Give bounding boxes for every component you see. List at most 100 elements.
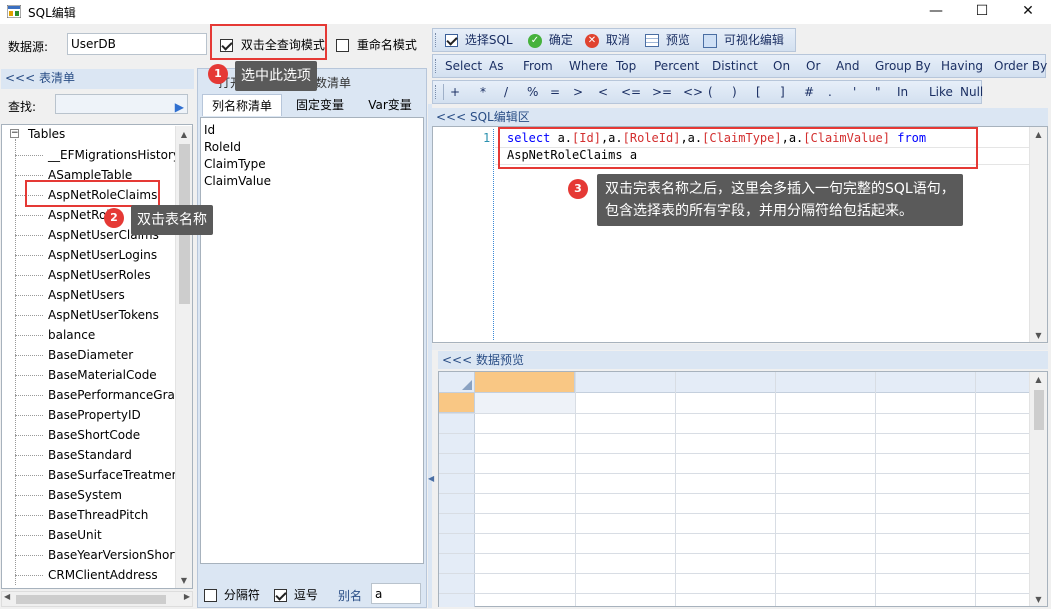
operator-button[interactable]: Null: [960, 81, 983, 103]
tree-item-table[interactable]: BaseDiameter: [48, 347, 133, 363]
tree-item-table[interactable]: __EFMigrationsHistory: [48, 147, 180, 163]
tree-item-table[interactable]: BaseSystem: [48, 487, 122, 503]
operator-button[interactable]: .: [828, 81, 832, 103]
column-name-item[interactable]: ClaimValue: [204, 173, 271, 189]
scroll-right-icon[interactable]: ▶: [184, 592, 190, 601]
keyword-button[interactable]: Or: [806, 55, 820, 77]
splitter-arrow-icon[interactable]: ◀: [428, 474, 434, 483]
tree-item-table[interactable]: AspNetUserTokens: [48, 307, 159, 323]
column-name-item[interactable]: Id: [204, 122, 215, 138]
horizontal-splitter[interactable]: [432, 344, 1048, 350]
keyword-button[interactable]: Having: [941, 55, 983, 77]
keyword-button[interactable]: Group By: [875, 55, 931, 77]
tree-item-table[interactable]: AspNetUserLogins: [48, 247, 157, 263]
operator-button[interactable]: %: [527, 81, 538, 103]
separator-checkbox[interactable]: [204, 589, 217, 602]
maximize-button[interactable]: ☐: [959, 0, 1005, 24]
tree-item-table[interactable]: BasePerformanceGrade: [48, 387, 190, 403]
alias-input[interactable]: a: [371, 583, 421, 604]
grid-column-header-selected[interactable]: [475, 372, 575, 393]
tree-item-table[interactable]: BaseSurfaceTreatment: [48, 467, 184, 483]
operator-button[interactable]: =: [550, 81, 560, 103]
column-name-item[interactable]: ClaimType: [204, 156, 266, 172]
tab-var-variables[interactable]: Var变量: [358, 94, 422, 116]
operator-button[interactable]: [: [756, 81, 761, 103]
tree-hscrollbar[interactable]: ◀ ▶: [1, 591, 193, 607]
keyword-button[interactable]: Top: [616, 55, 636, 77]
tab-column-names[interactable]: 列名称清单: [202, 94, 282, 116]
tree-item-table[interactable]: BaseShortCode: [48, 427, 140, 443]
preview-button[interactable]: 预览: [645, 29, 690, 51]
collapse-icon[interactable]: −: [10, 129, 19, 138]
tree-item-table[interactable]: AspNetUsers: [48, 287, 125, 303]
search-input[interactable]: ▶: [55, 94, 188, 114]
hscroll-thumb[interactable]: [16, 595, 166, 604]
tree-scrollbar[interactable]: ▲ ▼: [175, 126, 192, 588]
keyword-button[interactable]: Select: [445, 55, 482, 77]
select-sql-button[interactable]: 选择SQL: [445, 29, 513, 51]
separator-option[interactable]: 分隔符: [204, 586, 260, 603]
editor-scroll-up-icon[interactable]: ▲: [1030, 130, 1047, 139]
grid-row-header-selected[interactable]: [439, 393, 475, 413]
minimize-button[interactable]: —: [913, 0, 959, 24]
editor-scrollbar[interactable]: ▲ ▼: [1029, 127, 1047, 342]
keyword-button[interactable]: Where: [569, 55, 608, 77]
operator-button[interactable]: In: [897, 81, 908, 103]
keyword-button[interactable]: From: [523, 55, 553, 77]
operator-button[interactable]: ': [853, 81, 856, 103]
keyword-button[interactable]: Percent: [654, 55, 699, 77]
operator-button[interactable]: ": [875, 81, 881, 103]
operator-button[interactable]: ): [732, 81, 737, 103]
keyword-button[interactable]: On: [773, 55, 790, 77]
grid-scroll-thumb[interactable]: [1034, 390, 1044, 430]
scroll-left-icon[interactable]: ◀: [4, 592, 10, 601]
rename-mode-option[interactable]: 重命名模式: [336, 36, 417, 53]
tree-item-table[interactable]: CRMClientAddress: [48, 567, 158, 583]
operator-button[interactable]: *: [480, 81, 486, 103]
grid-current-cell[interactable]: [475, 393, 575, 413]
tree-item-table[interactable]: BaseMaterialCode: [48, 367, 157, 383]
cancel-button[interactable]: ✕ 取消: [585, 29, 630, 51]
close-button[interactable]: ✕: [1005, 0, 1051, 24]
keyword-button[interactable]: As: [489, 55, 503, 77]
tree-item-table[interactable]: BaseUnit: [48, 527, 102, 543]
keyword-button[interactable]: And: [836, 55, 859, 77]
grid-scroll-up-icon[interactable]: ▲: [1030, 375, 1047, 384]
operator-button[interactable]: <>: [683, 81, 703, 103]
scroll-down-icon[interactable]: ▼: [176, 576, 192, 585]
comma-option[interactable]: 逗号: [274, 586, 318, 603]
scroll-up-icon[interactable]: ▲: [176, 130, 192, 139]
grid-scroll-down-icon[interactable]: ▼: [1030, 595, 1047, 604]
operator-button[interactable]: <: [598, 81, 608, 103]
grid-scrollbar[interactable]: ▲ ▼: [1029, 372, 1047, 606]
tree-item-table[interactable]: BasePropertyID: [48, 407, 141, 423]
tree-item-table[interactable]: BaseThreadPitch: [48, 507, 148, 523]
keyword-button[interactable]: Order By: [994, 55, 1047, 77]
operator-button[interactable]: #: [804, 81, 814, 103]
keyword-button[interactable]: Distinct: [712, 55, 758, 77]
tree-item-table[interactable]: balance: [48, 327, 95, 343]
datasource-input[interactable]: UserDB: [67, 33, 207, 55]
grid-corner[interactable]: [439, 372, 475, 393]
operator-button[interactable]: Like: [929, 81, 953, 103]
operator-button[interactable]: ]: [780, 81, 785, 103]
vertical-splitter[interactable]: ◀: [428, 104, 434, 608]
operator-button[interactable]: +: [450, 81, 460, 103]
operator-button[interactable]: (: [708, 81, 713, 103]
column-name-item[interactable]: RoleId: [204, 139, 241, 155]
tab-fixed-variables[interactable]: 固定变量: [284, 94, 356, 116]
operator-button[interactable]: /: [504, 81, 508, 103]
editor-scroll-down-icon[interactable]: ▼: [1030, 331, 1047, 340]
ok-button[interactable]: ✓ 确定: [528, 29, 573, 51]
search-go-icon[interactable]: ▶: [175, 97, 184, 117]
operator-button[interactable]: <=: [621, 81, 641, 103]
rename-mode-checkbox[interactable]: [336, 39, 349, 52]
comma-checkbox[interactable]: [274, 589, 287, 602]
data-preview-grid[interactable]: ▲ ▼: [438, 371, 1048, 607]
operator-button[interactable]: >=: [652, 81, 672, 103]
visual-edit-button[interactable]: 可视化编辑: [703, 29, 784, 51]
operator-button[interactable]: >: [573, 81, 583, 103]
tree-item-table[interactable]: AspNetUserRoles: [48, 267, 151, 283]
tree-item-table[interactable]: BaseStandard: [48, 447, 132, 463]
tree-item-table[interactable]: BaseYearVersionShort: [48, 547, 179, 563]
